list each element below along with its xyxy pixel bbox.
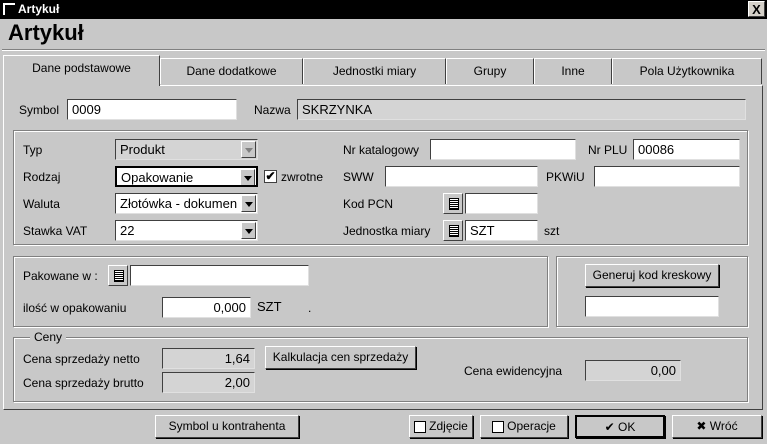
symbol-input[interactable]: 0009 [67, 99, 237, 120]
zdjecie-button[interactable]: Zdjęcie [409, 415, 473, 438]
document-icon [492, 420, 505, 433]
chevron-down-icon [241, 141, 256, 158]
jednostka-unit: szt [544, 224, 560, 238]
netto-label: Cena sprzedaży netto [23, 352, 140, 366]
ilosc-label: ilość w opakowaniu [23, 301, 127, 315]
brutto-value: 2,00 [162, 372, 255, 393]
tab-dane-podstawowe[interactable]: Dane podstawowe [3, 55, 160, 86]
tab-dane-dodatkowe[interactable]: Dane dodatkowe [160, 58, 303, 84]
list-picker-icon[interactable] [443, 193, 463, 214]
close-button[interactable]: X [748, 1, 765, 17]
tab-grupy[interactable]: Grupy [446, 58, 534, 84]
operacje-button[interactable]: Operacje [480, 415, 568, 438]
checkmark-icon: ✔ [604, 420, 619, 434]
ilosc-unit: SZT [257, 299, 282, 314]
divider [2, 49, 765, 51]
nr-katalogowy-label: Nr katalogowy [343, 143, 420, 157]
kod-pcn-input[interactable] [465, 193, 538, 214]
list-picker-icon[interactable] [108, 265, 128, 286]
sww-input[interactable] [385, 166, 538, 187]
netto-value: 1,64 [162, 348, 255, 369]
zwrotne-checkbox[interactable]: ✔ [264, 170, 277, 183]
ilosc-dot: . [308, 301, 312, 315]
image-icon [414, 420, 427, 433]
barcode-input[interactable] [585, 296, 719, 317]
waluta-value: Złotówka - dokumen [120, 196, 238, 211]
pakowane-input[interactable] [130, 265, 309, 286]
jednostka-miary-label: Jednostka miary [343, 224, 431, 238]
chevron-down-icon [240, 169, 255, 185]
pkwiu-label: PKWiU [546, 170, 585, 184]
kalkulacja-button[interactable]: Kalkulacja cen sprzedaży [265, 346, 416, 369]
rodzaj-label: Rodzaj [23, 170, 61, 184]
pkwiu-input[interactable] [594, 166, 740, 187]
list-picker-icon[interactable] [443, 220, 463, 241]
ilosc-input[interactable]: 0,000 [162, 297, 251, 318]
pakowane-label: Pakowane w : [23, 269, 98, 283]
zwrotne-label: zwrotne [281, 170, 324, 184]
nr-katalogowy-input[interactable] [430, 139, 576, 160]
typ-select[interactable]: Produkt [115, 139, 258, 160]
window-title: Artykuł [18, 2, 60, 16]
app-icon [3, 3, 15, 15]
title-bar: Artykuł X [0, 0, 767, 19]
close-x-icon: ✖ [696, 419, 710, 433]
nr-plu-label: Nr PLU [588, 143, 628, 157]
kod-pcn-label: Kod PCN [343, 197, 394, 211]
jednostka-miary-input[interactable]: SZT [465, 220, 538, 241]
vat-select[interactable]: 22 [115, 220, 258, 241]
symbol-kontrahenta-button[interactable]: Symbol u kontrahenta [155, 415, 299, 438]
chevron-down-icon [241, 195, 256, 212]
nr-plu-input[interactable]: 00086 [633, 139, 740, 160]
sww-label: SWW [343, 170, 374, 184]
vat-label: Stawka VAT [23, 224, 88, 238]
generate-barcode-button[interactable]: Generuj kod kreskowy [585, 264, 719, 287]
page-title: Artykuł [8, 20, 84, 45]
tab-inne[interactable]: Inne [534, 58, 612, 84]
prices-legend: Ceny [30, 330, 67, 344]
rodzaj-select[interactable]: Opakowanie [115, 166, 258, 187]
waluta-label: Waluta [23, 197, 60, 211]
rodzaj-value: Opakowanie [121, 170, 194, 185]
wroc-button[interactable]: ✖ Wróć [672, 415, 762, 438]
ewidencyjna-value: 0,00 [585, 360, 681, 381]
tab-jednostki-miary[interactable]: Jednostki miary [303, 58, 446, 84]
nazwa-label: Nazwa [254, 103, 291, 117]
chevron-down-icon [241, 222, 256, 239]
symbol-label: Symbol [19, 103, 60, 117]
ewidencyjna-label: Cena ewidencyjna [464, 364, 563, 378]
nazwa-input[interactable]: SKRZYNKA [297, 99, 746, 120]
brutto-label: Cena sprzedaży brutto [23, 376, 144, 390]
ok-button[interactable]: ✔ OK [575, 415, 665, 438]
typ-label: Typ [23, 143, 43, 157]
waluta-select[interactable]: Złotówka - dokumen [115, 193, 258, 214]
typ-value: Produkt [120, 142, 165, 157]
vat-value: 22 [120, 223, 135, 238]
tab-pola-uzytkownika[interactable]: Pola Użytkownika [612, 58, 762, 84]
